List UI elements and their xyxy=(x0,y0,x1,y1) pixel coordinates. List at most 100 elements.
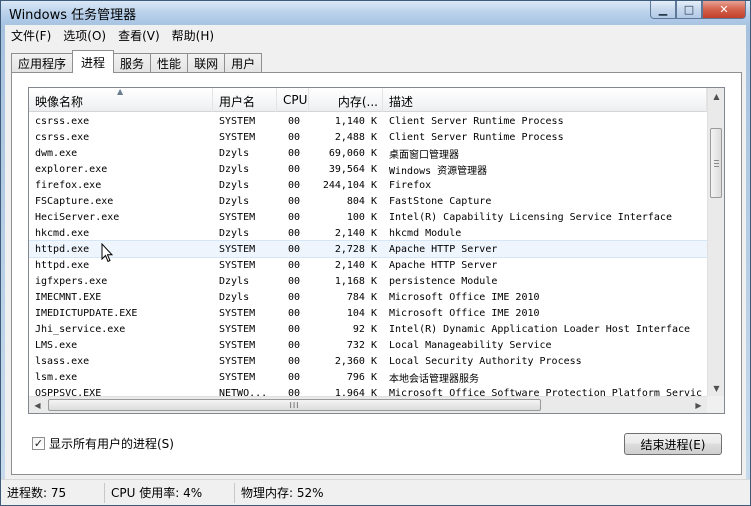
cell-user-name: SYSTEM xyxy=(219,243,256,255)
end-process-button[interactable]: 结束进程(E) xyxy=(624,433,722,455)
cell-image-name: IMEDICTUPDATE.EXE xyxy=(35,307,138,319)
process-row[interactable]: csrss.exe SYSTEM 00 2,488 K Client Server Ru… xyxy=(29,129,707,145)
process-row[interactable]: Jhi_service.exe SYSTEM 00 92 K Intel(R) Dyna… xyxy=(29,321,707,337)
cell-description: 桌面窗口管理器 xyxy=(389,149,459,161)
menu-bar: 文件(F) 选项(O) 查看(V) 帮助(H) xyxy=(5,25,746,45)
tab-services[interactable]: 服务 xyxy=(113,53,152,73)
process-row[interactable]: HeciServer.exe SYSTEM 00 100 K Intel(R) Capa… xyxy=(29,209,707,225)
cell-cpu: 00 xyxy=(287,323,301,335)
process-row[interactable]: dwm.exe Dzyls 00 69,060 K 桌面窗口管理器 xyxy=(29,145,707,161)
cell-image-name: lsass.exe xyxy=(35,355,90,367)
cell-memory: 796 K xyxy=(346,371,377,383)
cell-memory: 2,488 K xyxy=(334,131,377,143)
cell-cpu: 00 xyxy=(287,355,301,367)
cell-user-name: SYSTEM xyxy=(219,211,256,223)
cell-image-name: IMECMNT.EXE xyxy=(35,291,102,303)
cell-description: Firefox xyxy=(389,179,432,191)
column-description[interactable]: 描述 xyxy=(383,88,707,112)
tab-networking[interactable]: 联网 xyxy=(187,53,226,73)
mouse-cursor-icon xyxy=(101,243,113,263)
column-memory[interactable]: 内存(... xyxy=(309,88,383,112)
tab-users[interactable]: 用户 xyxy=(224,53,263,73)
scroll-up-icon[interactable]: ▲ xyxy=(708,88,724,105)
cell-description: Client Server Runtime Process xyxy=(389,115,564,127)
task-manager-window: Windows 任务管理器 ▁ □ ✕ 文件(F) 选项(O) 查看(V) 帮助… xyxy=(0,0,751,506)
process-row[interactable]: FSCapture.exe Dzyls 00 804 K FastStone Captu… xyxy=(29,193,707,209)
cell-user-name: SYSTEM xyxy=(219,339,256,351)
cell-image-name: explorer.exe xyxy=(35,163,108,175)
cell-cpu: 00 xyxy=(287,307,301,319)
vertical-scrollbar[interactable]: ▲ ▼ xyxy=(707,88,724,397)
cell-description: hkcmd Module xyxy=(389,227,462,239)
tab-performance[interactable]: 性能 xyxy=(150,53,189,73)
title-bar[interactable]: Windows 任务管理器 ▁ □ ✕ xyxy=(1,1,750,23)
scroll-left-icon[interactable]: ◀ xyxy=(29,397,46,413)
process-row[interactable]: httpd.exe SYSTEM 00 2,728 K Apache HTTP Serv… xyxy=(29,240,707,258)
status-bar: 进程数: 75 CPU 使用率: 4% 物理内存: 52% xyxy=(1,479,750,505)
cell-description: Local Security Authority Process xyxy=(389,355,582,367)
cell-memory: 100 K xyxy=(346,211,377,223)
scrollbar-corner xyxy=(707,396,724,413)
process-row[interactable]: lsm.exe SYSTEM 00 796 K 本地会话管理器服务 xyxy=(29,369,707,385)
cell-memory: 244,104 K xyxy=(322,179,377,191)
cell-user-name: Dzyls xyxy=(219,195,250,207)
column-user-name[interactable]: 用户名 xyxy=(213,88,277,112)
cell-image-name: csrss.exe xyxy=(35,131,90,143)
cell-cpu: 00 xyxy=(287,275,301,287)
cell-description: Microsoft Office IME 2010 xyxy=(389,291,540,303)
process-row[interactable]: csrss.exe SYSTEM 00 1,140 K Client Server Ru… xyxy=(29,113,707,129)
cell-user-name: Dzyls xyxy=(219,291,250,303)
cell-user-name: Dzyls xyxy=(219,227,250,239)
cell-image-name: FSCapture.exe xyxy=(35,195,114,207)
process-row[interactable]: igfxpers.exe Dzyls 00 1,168 K persistence Mo… xyxy=(29,273,707,289)
cell-user-name: SYSTEM xyxy=(219,115,256,127)
minimize-button[interactable]: ▁ xyxy=(650,1,676,19)
cell-description: persistence Module xyxy=(389,275,498,287)
tab-applications[interactable]: 应用程序 xyxy=(11,53,74,73)
column-cpu[interactable]: CPU xyxy=(277,88,309,112)
list-header: ▲ 映像名称 用户名 CPU 内存(... 描述 xyxy=(29,88,707,112)
cell-cpu: 00 xyxy=(287,131,301,143)
cell-image-name: csrss.exe xyxy=(35,115,90,127)
cell-cpu: 00 xyxy=(287,291,301,303)
process-row[interactable]: httpd.exe SYSTEM 00 2,140 K Apache HTTP Serv… xyxy=(29,257,707,273)
maximize-button[interactable]: □ xyxy=(676,1,702,19)
show-all-users-checkbox[interactable]: ✓ 显示所有用户的进程(S) xyxy=(32,435,174,452)
cell-description: Windows 资源管理器 xyxy=(389,165,488,177)
process-row[interactable]: LMS.exe SYSTEM 00 732 K Local Manageability … xyxy=(29,337,707,353)
cell-memory: 1,140 K xyxy=(334,115,377,127)
process-row[interactable]: explorer.exe Dzyls 00 39,564 K Windows 资源管理器 xyxy=(29,161,707,177)
show-all-users-label: 显示所有用户的进程(S) xyxy=(49,437,174,451)
scroll-right-icon[interactable]: ▶ xyxy=(690,397,707,413)
cell-memory: 732 K xyxy=(346,339,377,351)
list-body: csrss.exe SYSTEM 00 1,140 K Client Server Ru… xyxy=(29,113,707,397)
status-memory-usage: 物理内存: 52% xyxy=(241,486,324,500)
process-list[interactable]: ▲ 映像名称 用户名 CPU 内存(... 描述 csrss.exe SYSTEM… xyxy=(28,87,725,414)
cell-user-name: Dzyls xyxy=(219,147,250,159)
menu-options[interactable]: 选项(O) xyxy=(57,27,112,44)
cell-cpu: 00 xyxy=(287,227,301,239)
column-image-name[interactable]: ▲ 映像名称 xyxy=(29,88,213,112)
process-row[interactable]: IMECMNT.EXE Dzyls 00 784 K Microsoft Office … xyxy=(29,289,707,305)
vertical-scroll-thumb[interactable] xyxy=(710,128,722,198)
cell-memory: 2,140 K xyxy=(334,227,377,239)
process-row[interactable]: hkcmd.exe Dzyls 00 2,140 K hkcmd Module xyxy=(29,225,707,241)
tab-processes[interactable]: 进程 xyxy=(72,50,115,73)
cell-cpu: 00 xyxy=(287,211,301,223)
process-row[interactable]: firefox.exe Dzyls 00 244,104 K Firefox xyxy=(29,177,707,193)
cell-description: Apache HTTP Server xyxy=(389,259,498,271)
process-row[interactable]: lsass.exe SYSTEM 00 2,360 K Local Security A… xyxy=(29,353,707,369)
process-row[interactable]: IMEDICTUPDATE.EXE SYSTEM 00 104 K Microsoft … xyxy=(29,305,707,321)
horizontal-scroll-thumb[interactable]: III xyxy=(48,399,541,411)
close-button[interactable]: ✕ xyxy=(702,1,746,19)
cell-user-name: SYSTEM xyxy=(219,131,256,143)
horizontal-scrollbar[interactable]: ◀ III ▶ xyxy=(29,396,707,413)
scroll-down-icon[interactable]: ▼ xyxy=(708,380,724,397)
menu-file[interactable]: 文件(F) xyxy=(5,27,57,44)
cell-image-name: httpd.exe xyxy=(35,259,90,271)
checkbox-check-icon[interactable]: ✓ xyxy=(32,437,45,450)
window-controls: ▁ □ ✕ xyxy=(650,1,746,19)
menu-view[interactable]: 查看(V) xyxy=(112,27,166,44)
menu-help[interactable]: 帮助(H) xyxy=(166,27,220,44)
cell-description: Client Server Runtime Process xyxy=(389,131,564,143)
